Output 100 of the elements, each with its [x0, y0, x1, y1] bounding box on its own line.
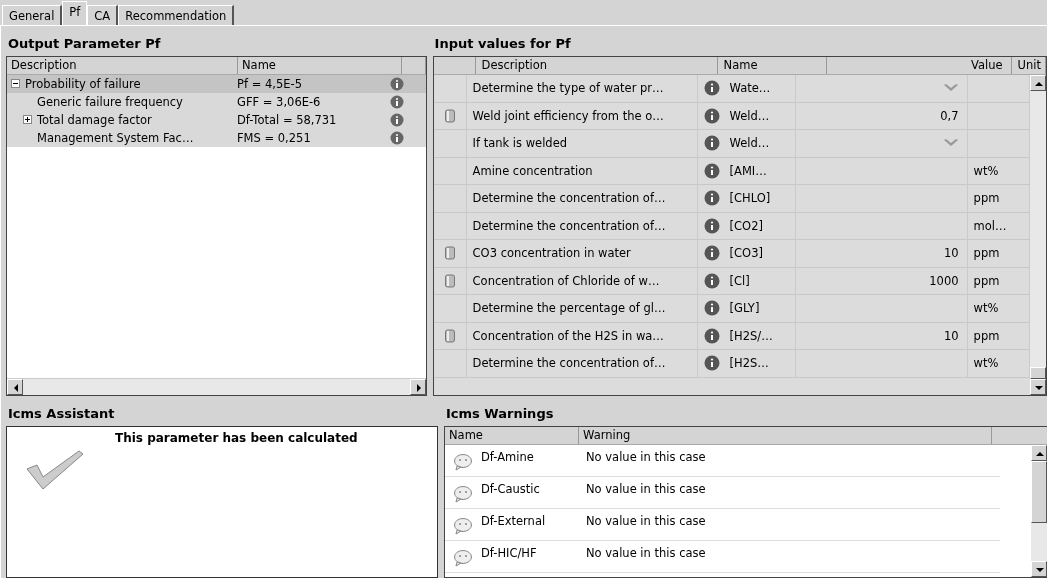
tree-row[interactable]: Probability of failure Pf = 4,5E-5	[7, 75, 426, 93]
expander-icon[interactable]	[11, 77, 20, 91]
table-cell: Concentration of Chloride of w…	[466, 267, 698, 294]
table-row[interactable]: Weld joint efficiency from the o… Weld… 0,7	[433, 102, 1030, 130]
column-header: Name	[445, 427, 579, 444]
scrollbar-thumb[interactable]	[1030, 367, 1046, 379]
table-row[interactable]: Determine the concentration of… [H2S… wt%	[433, 350, 1030, 378]
table-cell: Concentration of the H2S in wa…	[466, 322, 698, 349]
tree-row[interactable]: Management System Fac… FMS = 0,251	[7, 129, 426, 147]
table-cell-text: Df-Amine	[481, 450, 535, 464]
info-icon[interactable]	[390, 113, 404, 127]
column-header: Unit	[1011, 57, 1046, 74]
tree-row[interactable]: Total damage factor Df-Total = 58,731	[7, 111, 426, 129]
info-icon[interactable]	[703, 355, 720, 372]
table-row[interactable]: Determine the concentration of… [CO2] mol…	[433, 212, 1030, 240]
info-icon[interactable]	[703, 300, 720, 317]
info-icon[interactable]	[703, 272, 720, 289]
info-icon[interactable]	[703, 107, 720, 124]
table-cell: ppm	[973, 246, 1000, 261]
table-cell: Determine the concentration of…	[466, 185, 698, 212]
table-cell-text: Df-HIC/HF	[481, 546, 538, 560]
table-cell: Total damage factor	[37, 113, 152, 127]
table-cell: No value in this case	[586, 514, 706, 528]
scrollbar-thumb[interactable]	[1031, 461, 1047, 523]
table-cell: [Cl]	[729, 273, 750, 288]
value-field[interactable]: 10	[943, 328, 959, 343]
table-cell-text: GFF = 3,06E-6	[237, 95, 322, 109]
table-cell: Determine the concentration of…	[466, 350, 698, 377]
tab[interactable]: Pf	[62, 1, 88, 25]
scroll-up-button[interactable]	[1030, 75, 1046, 91]
table-cell-text: Df-Caustic	[481, 482, 541, 496]
tab[interactable]: Recommendation	[118, 5, 235, 25]
table-cell: Weld…	[729, 136, 770, 151]
table-cell: No value in this case	[586, 482, 706, 496]
info-icon[interactable]	[703, 80, 720, 97]
table-cell: ppm	[973, 191, 1000, 206]
table-row[interactable]: Concentration of Chloride of w… [Cl] 1000 ppm	[433, 267, 1030, 295]
info-icon[interactable]	[390, 131, 404, 145]
table-cell: CO3 concentration in water	[466, 240, 698, 267]
scroll-left-button[interactable]	[7, 379, 23, 395]
table-cell: [CO2]	[729, 218, 763, 233]
speech-bubble-icon	[453, 517, 473, 535]
info-icon[interactable]	[703, 245, 720, 262]
scroll-right-button[interactable]	[409, 379, 426, 395]
table-cell: [CO3]	[729, 246, 763, 261]
table-cell: Wate…	[729, 81, 771, 96]
table-cell: Generic failure frequency	[37, 95, 183, 109]
table-cell: Probability of failure	[25, 77, 141, 91]
scroll-down-button[interactable]	[1030, 379, 1046, 395]
table-cell: mol…	[973, 218, 1007, 233]
speech-bubble-icon	[453, 549, 473, 567]
cylinder-icon	[444, 108, 455, 123]
table-cell: [CHLO]	[729, 191, 771, 206]
table-cell: Weld joint efficiency from the o…	[466, 102, 698, 129]
table-cell: [H2S…	[729, 356, 769, 371]
table-cell: Amine concentration	[466, 157, 698, 184]
info-icon[interactable]	[703, 217, 720, 234]
table-cell: No value in this case	[586, 450, 706, 464]
assistant-message: This parameter has been calculated	[115, 431, 358, 445]
table-row[interactable]: Determine the type of water pr… Wate…	[433, 75, 1030, 103]
info-icon[interactable]	[703, 327, 720, 344]
table-row[interactable]: CO3 concentration in water [CO3] 10 ppm	[433, 240, 1030, 268]
cylinder-icon	[444, 328, 455, 343]
horizontal-scrollbar[interactable]	[7, 378, 426, 395]
table-row[interactable]: Determine the percentage of gl… [GLY] wt%	[433, 295, 1030, 323]
column-header: Warning	[579, 427, 992, 444]
value-field[interactable]: 0,7	[940, 108, 959, 123]
tree-row[interactable]: Generic failure frequency GFF = 3,06E-6	[7, 93, 426, 111]
value-field[interactable]: 10	[943, 246, 959, 261]
column-header: Name	[717, 57, 827, 74]
table-cell: Determine the concentration of…	[466, 212, 698, 239]
table-cell: wt%	[973, 356, 999, 371]
cylinder-icon	[444, 273, 455, 288]
vertical-scrollbar[interactable]	[1030, 75, 1046, 395]
table-cell-text: Pf = 4,5E-5	[237, 77, 303, 91]
tab[interactable]: General	[2, 5, 63, 25]
table-cell-text: Df-External	[481, 514, 547, 528]
tab[interactable]: CA	[87, 5, 119, 25]
table-row[interactable]: Concentration of the H2S in wa… [H2S/… 10 ppm	[433, 322, 1030, 350]
section-title: Icms Assistant	[7, 405, 116, 423]
value-field[interactable]: 1000	[929, 273, 959, 288]
info-icon[interactable]	[703, 190, 720, 207]
table-cell-text: Df-Total = 58,731	[237, 113, 338, 127]
info-icon[interactable]	[390, 95, 404, 109]
expander-icon[interactable]	[23, 113, 32, 127]
scroll-up-button[interactable]	[1031, 445, 1047, 461]
table-row[interactable]: Amine concentration [AMI… wt%	[433, 157, 1030, 185]
table-cell: If tank is welded	[466, 130, 698, 157]
cylinder-icon	[444, 246, 455, 261]
table-cell: Management System Fac…	[37, 131, 194, 145]
table-row[interactable]: If tank is welded Weld…	[433, 130, 1030, 158]
table-row[interactable]: Determine the concentration of… [CHLO] ppm	[433, 185, 1030, 213]
info-icon[interactable]	[703, 135, 720, 152]
table-cell: [AMI…	[729, 163, 767, 178]
column-header: Value	[826, 57, 1012, 74]
table-cell-text: FMS = 0,251	[237, 131, 312, 145]
scroll-down-button[interactable]	[1031, 561, 1047, 577]
info-icon[interactable]	[703, 162, 720, 179]
info-icon[interactable]	[390, 77, 404, 91]
vertical-scrollbar[interactable]	[1031, 445, 1047, 577]
